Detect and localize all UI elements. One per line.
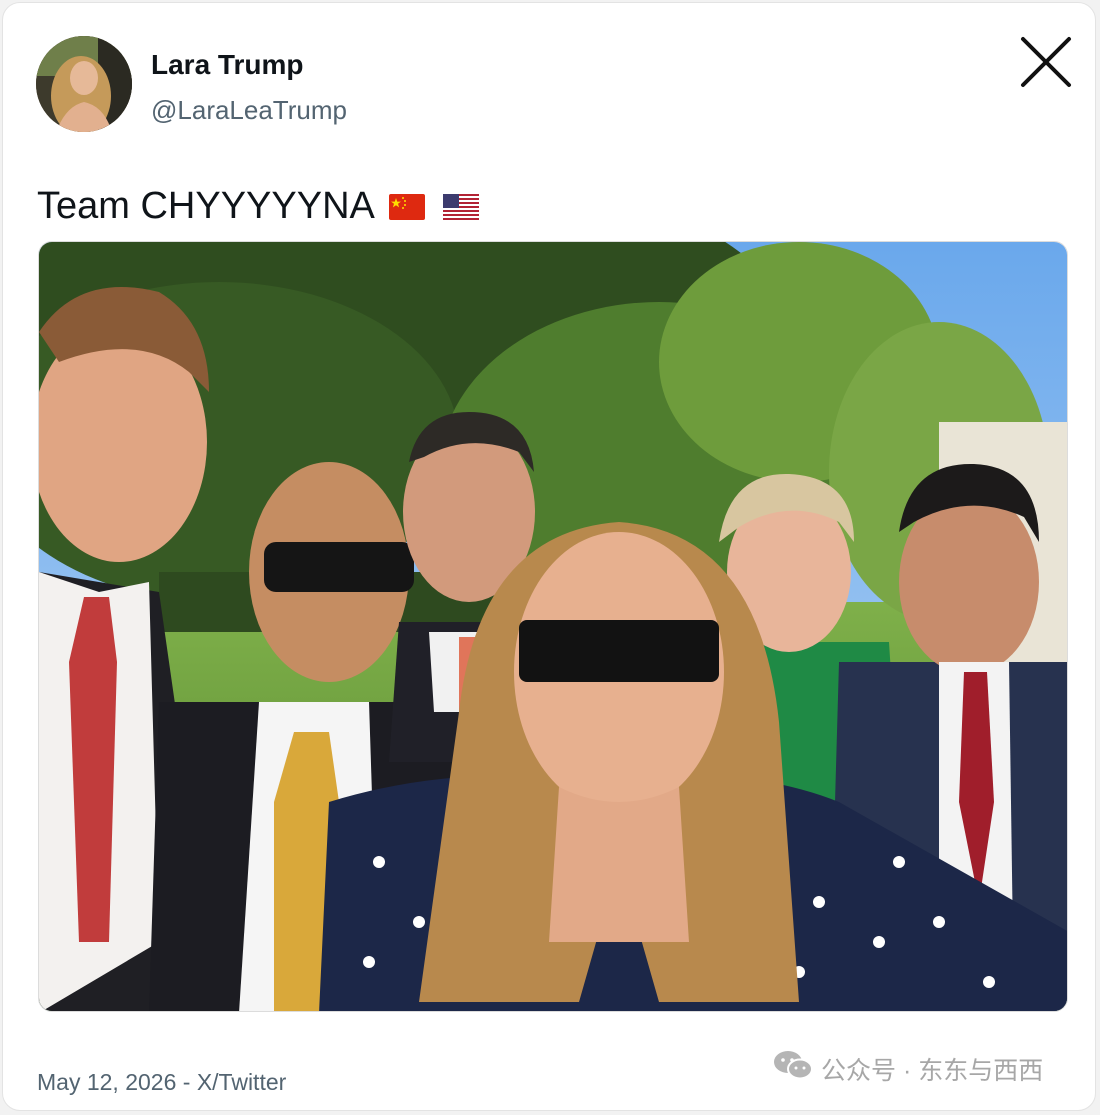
author-handle[interactable]: @LaraLeaTrump bbox=[151, 95, 347, 126]
author-display-name[interactable]: Lara Trump bbox=[151, 49, 303, 81]
post-photo[interactable] bbox=[38, 241, 1068, 1012]
post-text: Team CHYYYYYNA bbox=[37, 185, 375, 227]
timestamp[interactable]: May 12, 2026 bbox=[37, 1069, 176, 1095]
avatar[interactable] bbox=[36, 36, 132, 132]
close-icon bbox=[1021, 37, 1071, 87]
watermark: 公众号 · 东东与西西 bbox=[773, 1049, 1043, 1088]
watermark-text: 公众号 · 东东与西西 bbox=[821, 1056, 1044, 1085]
close-button[interactable] bbox=[1011, 31, 1079, 95]
wechat-icon bbox=[773, 1049, 813, 1088]
flag-china-icon bbox=[388, 193, 425, 220]
tweet-card: Lara Trump @LaraLeaTrump Team CHYYYYYNA bbox=[2, 2, 1096, 1111]
flag-usa-icon bbox=[442, 193, 479, 220]
meta-separator: - bbox=[176, 1069, 197, 1095]
post-text-row: Team CHYYYYYNA bbox=[37, 185, 479, 228]
post-meta: May 12, 2026 - X/Twitter bbox=[37, 1069, 286, 1096]
post-source: X/Twitter bbox=[196, 1069, 287, 1095]
